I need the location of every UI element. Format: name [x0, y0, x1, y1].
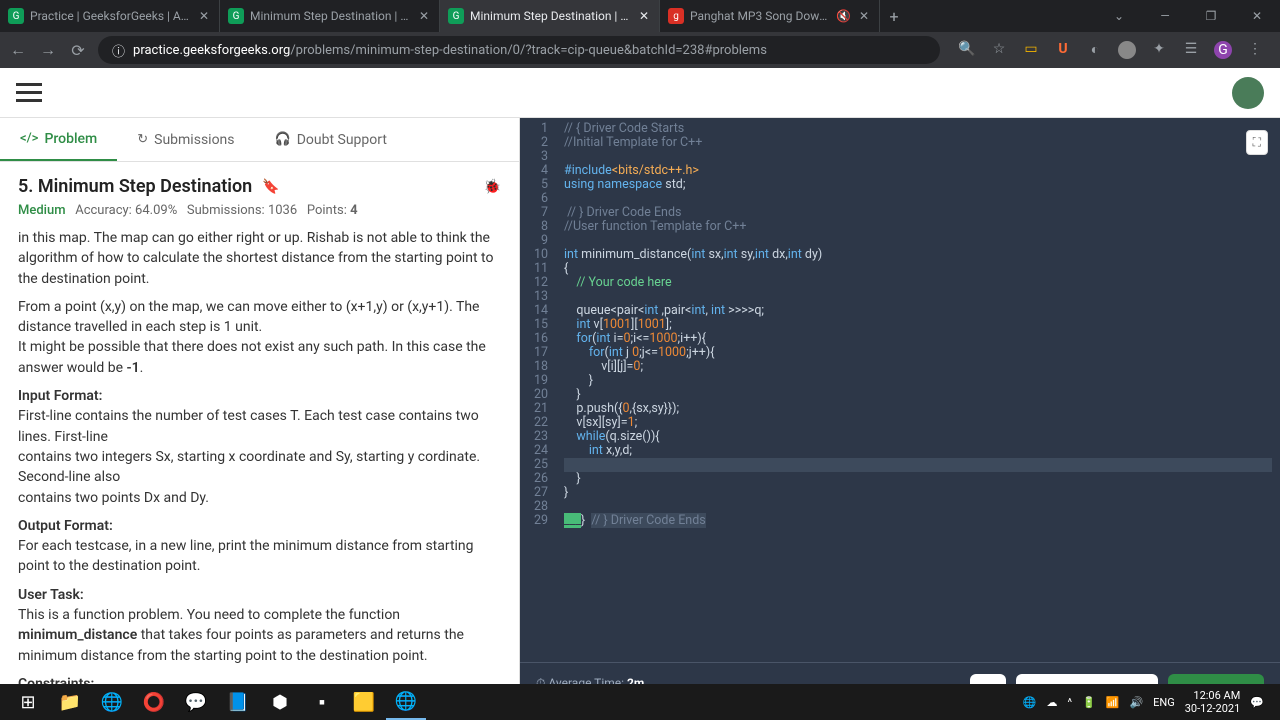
- close-tab-icon[interactable]: ✕: [857, 9, 871, 23]
- extension-icon-3[interactable]: [1118, 41, 1136, 59]
- menu-icon[interactable]: ⋮: [1246, 41, 1264, 59]
- tab-submissions[interactable]: ↻Submissions: [117, 118, 254, 161]
- browser-tab[interactable]: G Practice | GeeksforGeeks | A com ✕: [0, 0, 220, 32]
- maximize-button[interactable]: ❐: [1188, 0, 1234, 32]
- browser-tab[interactable]: g Panghat MP3 Song Downloa 🔇 ✕: [660, 0, 880, 32]
- close-tab-icon[interactable]: ✕: [637, 9, 651, 23]
- file-explorer-icon[interactable]: 📁: [50, 684, 90, 720]
- language-indicator[interactable]: ENG: [1153, 696, 1175, 709]
- chrome-icon[interactable]: 🌐: [92, 684, 132, 720]
- hamburger-menu[interactable]: [16, 83, 42, 102]
- system-tray[interactable]: 🌐 ☁ ^ 🔋 📶 🔊 ENG 12:06 AM 30-12-2021 💬: [1023, 689, 1272, 715]
- wifi-icon[interactable]: 📶: [1106, 696, 1120, 709]
- extension-icon-2[interactable]: ◐: [1086, 41, 1104, 59]
- tab-label: Doubt Support: [297, 132, 387, 148]
- tray-icon[interactable]: 🌐: [1023, 696, 1037, 709]
- chevron-up-icon[interactable]: ^: [1067, 696, 1072, 709]
- reload-button[interactable]: ⟳: [68, 41, 88, 60]
- close-tab-icon[interactable]: ✕: [197, 9, 211, 23]
- windows-taskbar: ⊞ 📁 🌐 ⭕ 💬 📘 ⬢ ▪ 🟨 🌐 🌐 ☁ ^ 🔋 📶 🔊 ENG 12:0…: [0, 684, 1280, 720]
- url-host: practice.geeksforgeeks.org: [133, 43, 290, 58]
- browser-tab[interactable]: G Minimum Step Destination | Prac ✕: [440, 0, 660, 32]
- favicon-icon: G: [448, 8, 464, 24]
- extension-icon[interactable]: ▭: [1022, 41, 1040, 59]
- page-header: [0, 68, 1280, 118]
- node-icon[interactable]: ⬢: [260, 684, 300, 720]
- problem-title: 5. Minimum Step Destination: [18, 176, 252, 197]
- tab-title: Panghat MP3 Song Downloa: [690, 9, 830, 23]
- battery-icon[interactable]: 🔋: [1082, 696, 1096, 709]
- problem-description: in this map. The map can go either right…: [18, 228, 501, 720]
- ublock-icon[interactable]: U: [1054, 41, 1072, 59]
- new-tab-button[interactable]: +: [880, 7, 908, 26]
- editor-panel: 1234567891011121314151617181920212223242…: [520, 118, 1280, 720]
- zoom-icon[interactable]: 🔍: [958, 41, 976, 59]
- close-window-button[interactable]: ✕: [1234, 0, 1280, 32]
- obs-icon[interactable]: ⭕: [134, 684, 174, 720]
- tab-title: Minimum Step Destination | Prac: [250, 9, 411, 23]
- vscode-icon[interactable]: 📘: [218, 684, 258, 720]
- clock[interactable]: 12:06 AM 30-12-2021: [1185, 689, 1241, 715]
- chevron-down-icon[interactable]: ⌄: [1096, 0, 1142, 32]
- tray-icon[interactable]: ☁: [1046, 696, 1057, 709]
- chrome-running-icon[interactable]: 🌐: [386, 684, 426, 720]
- terminal-icon[interactable]: ▪: [302, 684, 342, 720]
- problem-panel: </>Problem ↻Submissions 🎧Doubt Support 5…: [0, 118, 520, 720]
- extensions-icon[interactable]: ✦: [1150, 41, 1168, 59]
- bookmark-icon[interactable]: 🔖: [262, 179, 279, 195]
- url-field[interactable]: ⓘ practice.geeksforgeeks.org/problems/mi…: [98, 36, 940, 64]
- star-icon[interactable]: ☆: [990, 41, 1008, 59]
- notifications-icon[interactable]: 💬: [1250, 696, 1264, 709]
- forward-button[interactable]: →: [38, 40, 58, 60]
- volume-icon[interactable]: 🔊: [1129, 696, 1143, 709]
- url-path: /problems/minimum-step-destination/0/?tr…: [290, 43, 767, 58]
- messenger-icon[interactable]: 💬: [176, 684, 216, 720]
- tab-problem[interactable]: </>Problem: [0, 118, 117, 161]
- reading-list-icon[interactable]: ☰: [1182, 41, 1200, 59]
- code-editor[interactable]: 1234567891011121314151617181920212223242…: [520, 118, 1280, 662]
- app-icon[interactable]: 🟨: [344, 684, 384, 720]
- bug-icon[interactable]: 🐞: [484, 179, 501, 195]
- back-button[interactable]: ←: [8, 40, 28, 60]
- tab-doubt-support[interactable]: 🎧Doubt Support: [255, 118, 407, 161]
- user-avatar[interactable]: [1232, 77, 1264, 109]
- profile-avatar[interactable]: G: [1214, 41, 1232, 59]
- browser-titlebar: G Practice | GeeksforGeeks | A com ✕ G Minim…: [0, 0, 1280, 32]
- minimize-button[interactable]: —: [1142, 0, 1188, 32]
- problem-meta: Medium Accuracy: 64.09% Submissions: 103…: [18, 203, 501, 218]
- start-button[interactable]: ⊞: [8, 684, 48, 720]
- favicon-icon: G: [228, 8, 244, 24]
- tab-label: Problem: [44, 131, 97, 147]
- address-bar: ← → ⟳ ⓘ practice.geeksforgeeks.org/probl…: [0, 32, 1280, 68]
- expand-icon[interactable]: ⛶: [1246, 130, 1268, 155]
- browser-tab[interactable]: G Minimum Step Destination | Prac ✕: [220, 0, 440, 32]
- tab-title: Minimum Step Destination | Prac: [470, 9, 631, 23]
- tab-title: Practice | GeeksforGeeks | A com: [30, 9, 191, 23]
- tab-label: Submissions: [154, 132, 234, 148]
- close-tab-icon[interactable]: ✕: [417, 9, 431, 23]
- favicon-icon: G: [8, 8, 24, 24]
- mute-icon: 🔇: [836, 9, 851, 23]
- favicon-icon: g: [668, 8, 684, 24]
